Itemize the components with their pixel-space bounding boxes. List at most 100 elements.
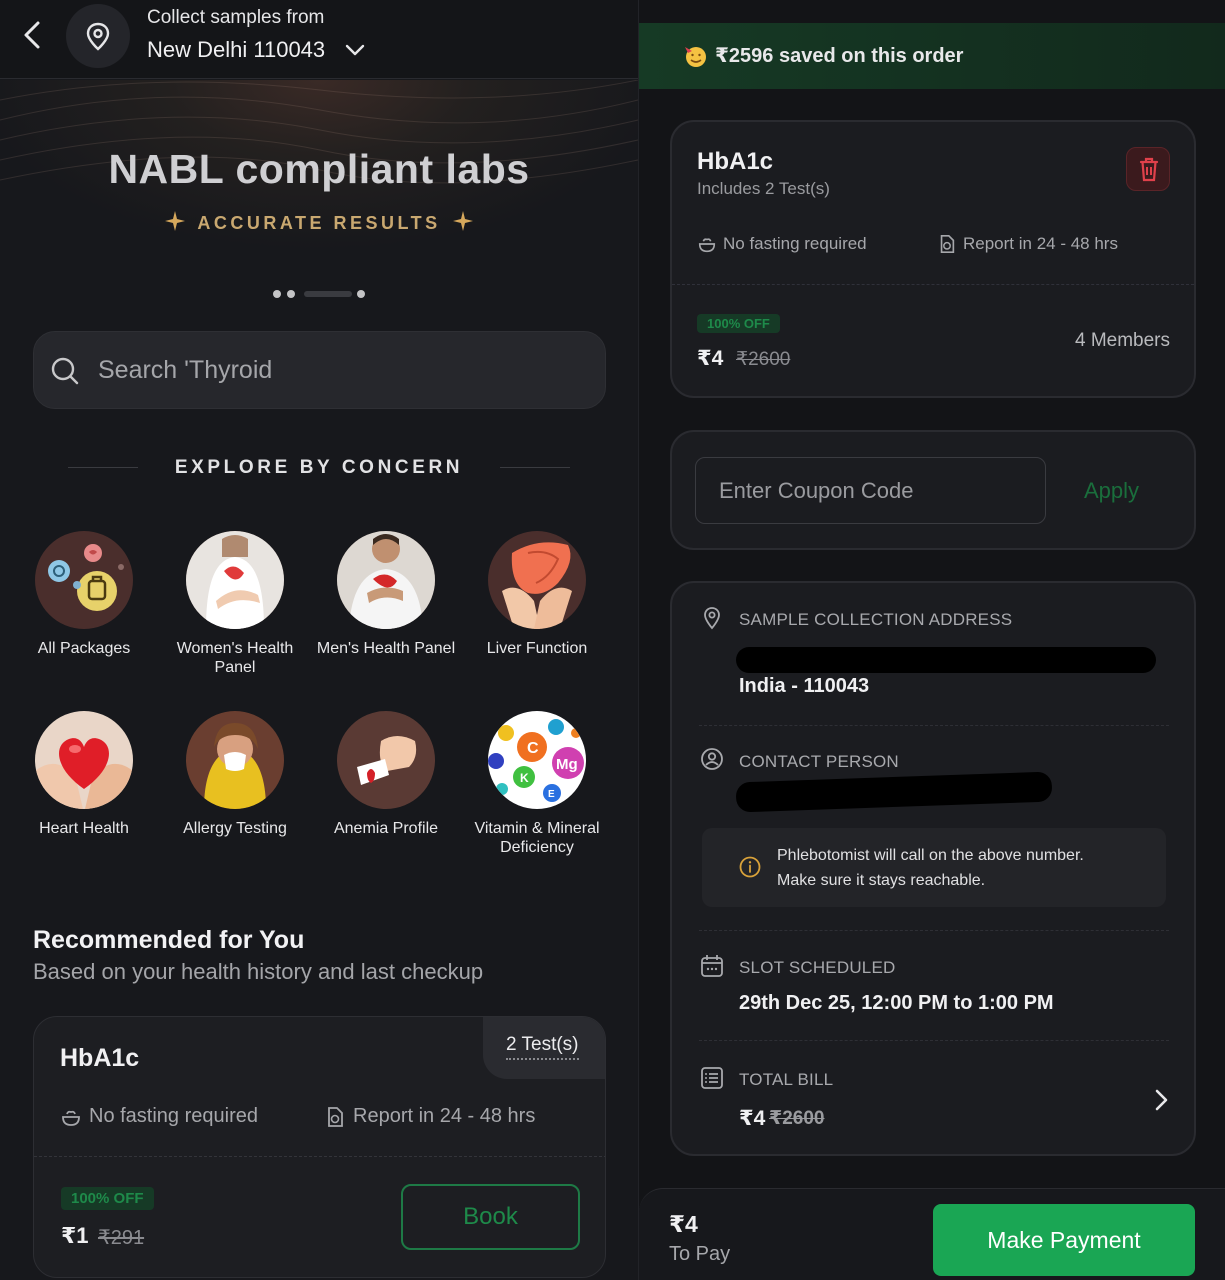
trash-icon bbox=[1139, 157, 1159, 182]
concern-anemia-profile[interactable]: Anemia Profile bbox=[316, 711, 456, 838]
concern-mens-health[interactable]: Men's Health Panel bbox=[316, 531, 456, 658]
report-info: Report in 24 - 48 hrs bbox=[937, 234, 1118, 254]
coupon-card: Apply bbox=[670, 430, 1196, 550]
order-summary-panel: ₹2596 saved on this order HbA1c Includes… bbox=[638, 0, 1225, 1280]
fasting-text: No fasting required bbox=[89, 1105, 258, 1127]
location-pin-button[interactable] bbox=[66, 4, 130, 68]
test-browse-panel: Collect samples from New Delhi 110043 NA… bbox=[0, 0, 638, 1280]
make-payment-button[interactable]: Make Payment bbox=[933, 1204, 1195, 1276]
womens-health-icon bbox=[186, 531, 284, 629]
order-details-card: SAMPLE COLLECTION ADDRESS India - 110043… bbox=[670, 581, 1196, 1156]
explore-heading: EXPLORE BY CONCERN bbox=[174, 457, 464, 478]
search-icon bbox=[51, 357, 79, 385]
report-icon bbox=[328, 1106, 343, 1127]
coupon-input[interactable] bbox=[695, 457, 1046, 524]
vitamin-icon: C Mg K E bbox=[488, 711, 586, 809]
book-button[interactable]: Book bbox=[401, 1184, 580, 1250]
no-fasting-icon bbox=[62, 1110, 80, 1126]
svg-text:K: K bbox=[520, 771, 529, 785]
search-bar[interactable] bbox=[33, 331, 606, 409]
delete-item-button[interactable] bbox=[1126, 147, 1170, 191]
redacted-contact bbox=[735, 771, 1053, 813]
redacted-address bbox=[736, 647, 1156, 673]
mens-health-icon bbox=[337, 531, 435, 629]
discount-badge: 100% OFF bbox=[697, 314, 780, 333]
carousel-dot[interactable] bbox=[287, 290, 295, 298]
party-face-icon bbox=[685, 47, 706, 67]
address-label: SAMPLE COLLECTION ADDRESS bbox=[739, 610, 1013, 629]
search-input[interactable] bbox=[98, 350, 578, 390]
svg-text:E: E bbox=[548, 789, 555, 800]
svg-text:Mg: Mg bbox=[556, 756, 578, 773]
test-price: ₹1 bbox=[61, 1223, 89, 1248]
hero-subtitle: ACCURATE RESULTS bbox=[197, 213, 441, 233]
concern-label: All Packages bbox=[37, 640, 131, 657]
cart-test-includes: Includes 2 Test(s) bbox=[697, 179, 830, 198]
discount-badge: 100% OFF bbox=[61, 1187, 154, 1210]
carousel-dot-active[interactable] bbox=[304, 291, 352, 297]
location-pin-icon bbox=[86, 22, 110, 51]
chevron-down-icon[interactable] bbox=[344, 41, 366, 59]
location-header: Collect samples from New Delhi 110043 bbox=[0, 0, 638, 79]
calendar-icon bbox=[701, 955, 723, 977]
total-bill-label: TOTAL BILL bbox=[739, 1070, 834, 1089]
total-bill-mrp: ₹2600 bbox=[769, 1108, 825, 1129]
test-name: HbA1c bbox=[60, 1044, 140, 1072]
note-line: Phlebotomist will call on the above numb… bbox=[777, 847, 1084, 864]
total-bill-price: ₹4 bbox=[739, 1107, 766, 1130]
cart-price: ₹4 bbox=[697, 347, 724, 370]
cart-test-name: HbA1c bbox=[697, 148, 774, 175]
divider bbox=[34, 1156, 605, 1157]
hero-pattern bbox=[0, 80, 638, 184]
test-count: 2 Test(s) bbox=[506, 1034, 579, 1060]
concern-label: Anemia Profile bbox=[333, 820, 439, 837]
hero-banner[interactable]: NABL compliant labs ACCURATE RESULTS bbox=[0, 80, 638, 310]
divider bbox=[500, 467, 570, 468]
address-value: India - 110043 bbox=[739, 675, 870, 697]
no-fasting-icon bbox=[698, 238, 716, 253]
concern-all-packages[interactable]: All Packages bbox=[14, 531, 154, 658]
heart-icon bbox=[35, 711, 133, 809]
pay-label: To Pay bbox=[669, 1243, 731, 1265]
test-count-tab[interactable]: 2 Test(s) bbox=[483, 1017, 605, 1079]
concern-womens-health[interactable]: Women's Health Panel bbox=[165, 531, 305, 677]
savings-text: ₹2596 saved on this order bbox=[715, 45, 964, 67]
cart-item-card: HbA1c Includes 2 Test(s) No fasting requ… bbox=[670, 120, 1196, 398]
divider bbox=[672, 284, 1194, 285]
carousel-dot[interactable] bbox=[273, 290, 281, 298]
concern-label: Heart Health bbox=[39, 820, 129, 837]
apply-coupon-button[interactable]: Apply bbox=[1084, 478, 1139, 504]
payment-bar: ₹4 To Pay Make Payment bbox=[639, 1188, 1225, 1280]
carousel-dot[interactable] bbox=[357, 290, 365, 298]
test-mrp: ₹291 bbox=[98, 1227, 145, 1249]
report-icon bbox=[940, 235, 955, 253]
concern-allergy-testing[interactable]: Allergy Testing bbox=[165, 711, 305, 838]
cart-mrp: ₹2600 bbox=[736, 349, 791, 370]
divider bbox=[699, 725, 1169, 726]
svg-text:C: C bbox=[527, 740, 539, 757]
anemia-icon bbox=[337, 711, 435, 809]
concern-vitamin-mineral[interactable]: C Mg K E Vitamin & Mineral Deficiency bbox=[467, 711, 607, 857]
collect-label: Collect samples from bbox=[147, 7, 325, 28]
concern-liver-function[interactable]: Liver Function bbox=[467, 531, 607, 658]
back-arrow-icon[interactable] bbox=[18, 18, 48, 52]
chevron-right-icon[interactable] bbox=[1152, 1087, 1170, 1113]
report-info: Report in 24 - 48 hrs bbox=[324, 1105, 535, 1128]
recommended-title: Recommended for You bbox=[33, 926, 305, 954]
user-circle-icon bbox=[701, 748, 723, 770]
concern-heart-health[interactable]: Heart Health bbox=[14, 711, 154, 838]
fasting-info: No fasting required bbox=[697, 234, 867, 254]
recommended-subtitle: Based on your health history and last ch… bbox=[33, 959, 484, 984]
concern-label: Allergy Testing bbox=[183, 820, 287, 837]
bill-list-icon bbox=[701, 1067, 723, 1089]
sparkle-icon bbox=[453, 211, 473, 231]
note-line: Make sure it stays reachable. bbox=[777, 872, 986, 889]
location-pin-icon bbox=[704, 607, 720, 630]
location-selector[interactable]: New Delhi 110043 bbox=[147, 37, 325, 63]
members-count[interactable]: 4 Members bbox=[1075, 330, 1170, 352]
concern-label: Liver Function bbox=[486, 640, 588, 657]
concern-label: Men's Health Panel bbox=[316, 640, 456, 657]
phlebotomist-note-text: Phlebotomist will call on the above numb… bbox=[777, 843, 1084, 893]
pay-amount: ₹4 bbox=[669, 1211, 698, 1237]
recommended-test-card[interactable]: HbA1c 2 Test(s) No fasting required Repo… bbox=[33, 1016, 606, 1278]
